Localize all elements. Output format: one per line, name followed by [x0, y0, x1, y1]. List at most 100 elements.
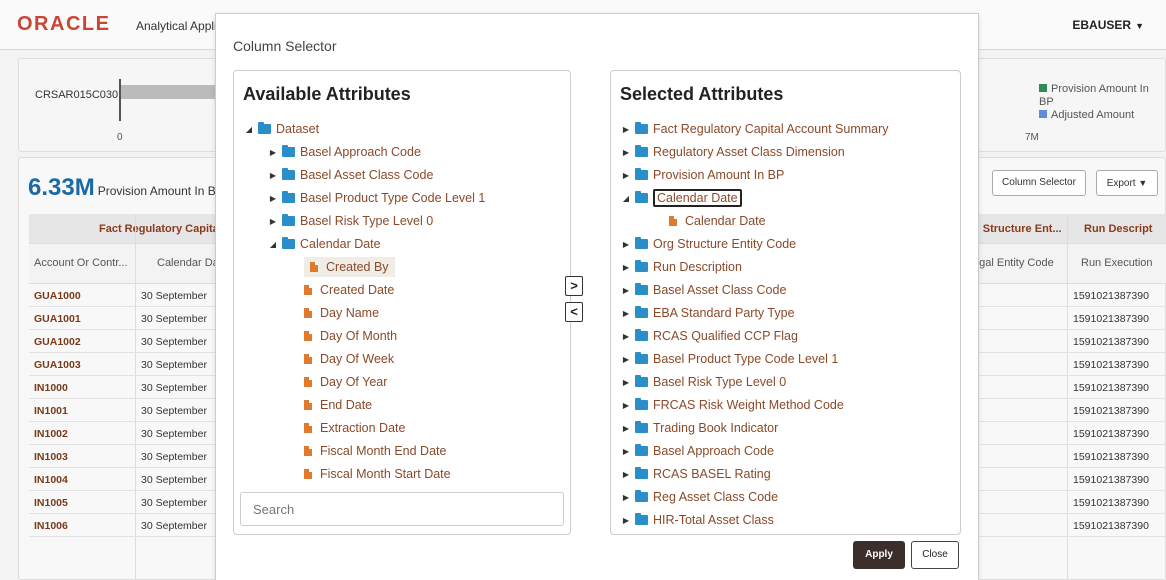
collapse-triangle-icon[interactable]: ◢ [621, 194, 631, 203]
tree-folder-node[interactable]: ▶ Basel Product Type Code Level 1 [621, 349, 838, 369]
tree-leaf-node[interactable]: Calendar Date [669, 211, 766, 231]
expand-triangle-icon[interactable]: ▶ [268, 148, 278, 157]
tree-leaf-node[interactable]: Created By [304, 257, 395, 277]
column-header[interactable]: Run Execution [1081, 257, 1153, 269]
table-cell[interactable]: IN1003 [29, 451, 68, 463]
tree-leaf-node[interactable]: Day Of Month [304, 326, 397, 346]
tree-folder-node[interactable]: ▶ Basel Asset Class Code [268, 165, 433, 185]
tree-folder-node[interactable]: ◢ Calendar Date [268, 234, 381, 254]
expand-triangle-icon[interactable]: ▶ [621, 493, 631, 502]
expand-triangle-icon[interactable]: ▶ [621, 378, 631, 387]
export-button[interactable]: Export ▼ [1096, 170, 1158, 196]
column-header[interactable]: egal Entity Code [973, 257, 1054, 269]
tree-leaf-node[interactable]: Fiscal Month Start Date [304, 464, 451, 484]
expand-triangle-icon[interactable]: ▶ [621, 401, 631, 410]
expand-triangle-icon[interactable]: ▶ [621, 171, 631, 180]
group-header[interactable]: Run Descript [1084, 223, 1152, 235]
tree-folder-node[interactable]: ▶ Basel Risk Type Level 0 [268, 211, 433, 231]
expand-triangle-icon[interactable]: ▶ [268, 171, 278, 180]
close-button[interactable]: Close [911, 541, 959, 569]
tree-folder-node[interactable]: ◢ Calendar Date [621, 188, 742, 208]
move-right-button[interactable]: > [565, 276, 583, 296]
attribute-icon [304, 308, 312, 318]
expand-triangle-icon[interactable]: ▶ [621, 286, 631, 295]
expand-triangle-icon[interactable]: ▶ [621, 516, 631, 525]
folder-icon [635, 283, 648, 295]
tree-folder-node[interactable]: ▶ FRCAS Risk Weight Method Code [621, 395, 844, 415]
expand-triangle-icon[interactable]: ▶ [621, 332, 631, 341]
tree-node-label: Calendar Date [653, 189, 742, 207]
folder-icon [282, 168, 295, 180]
table-cell[interactable]: GUA1000 [29, 290, 81, 302]
expand-triangle-icon[interactable]: ▶ [621, 447, 631, 456]
tree-folder-node[interactable]: ▶ Org Structure Entity Code [621, 234, 796, 254]
expand-triangle-icon[interactable]: ▶ [621, 424, 631, 433]
tree-node-label: Day Name [320, 306, 380, 320]
folder-icon [635, 329, 648, 341]
tree-folder-node[interactable]: ▶ Basel Product Type Code Level 1 [268, 188, 485, 208]
table-cell: 30 September [141, 474, 207, 486]
tree-folder-node[interactable]: ◢ Dataset [244, 119, 319, 139]
search-input[interactable]: Search [240, 492, 564, 526]
table-cell[interactable]: GUA1002 [29, 336, 81, 348]
expand-triangle-icon[interactable]: ▶ [621, 263, 631, 272]
table-cell[interactable]: GUA1001 [29, 313, 81, 325]
table-cell[interactable]: IN1000 [29, 382, 68, 394]
tree-folder-node[interactable]: ▶ RCAS BASEL Rating [621, 464, 771, 484]
tree-folder-node[interactable]: ▶ Reg Asset Class Code [621, 487, 778, 507]
tree-folder-node[interactable]: ▶ HIR-Total Asset Class [621, 510, 774, 530]
tree-leaf-node[interactable]: Day Of Year [304, 372, 387, 392]
expand-triangle-icon[interactable]: ▶ [268, 217, 278, 226]
tree-node-label: Basel Risk Type Level 0 [653, 375, 787, 389]
tree-folder-node[interactable]: ▶ Basel Approach Code [268, 142, 421, 162]
tree-leaf-node[interactable]: Extraction Date [304, 418, 405, 438]
table-cell: 1591021387390 [1073, 336, 1149, 348]
tree-node-label: Basel Asset Class Code [653, 283, 787, 297]
tree-leaf-node[interactable]: Created Date [304, 280, 394, 300]
column-selector-button[interactable]: Column Selector [992, 170, 1086, 196]
expand-triangle-icon[interactable]: ▶ [621, 355, 631, 364]
tree-folder-node[interactable]: ▶ Run Description [621, 257, 742, 277]
tree-leaf-node[interactable]: End Date [304, 395, 372, 415]
tree-folder-node[interactable]: ▶ Basel Approach Code [621, 441, 774, 461]
tree-leaf-node[interactable]: Fiscal Month End Date [304, 441, 446, 461]
tree-leaf-node[interactable]: Day Name [304, 303, 379, 323]
table-cell[interactable]: IN1002 [29, 428, 68, 440]
tree-folder-node[interactable]: ▶ Fact Regulatory Capital Account Summary [621, 119, 889, 139]
table-cell: 1591021387390 [1073, 382, 1149, 394]
tree-folder-node[interactable]: ▶ EBA Standard Party Type [621, 303, 795, 323]
tree-folder-node[interactable]: ▶ Basel Risk Type Level 0 [621, 372, 786, 392]
tree-folder-node[interactable]: ▶ Regulatory Asset Class Dimension [621, 142, 845, 162]
group-header[interactable]: g Structure Ent... [973, 223, 1062, 235]
expand-triangle-icon[interactable]: ▶ [268, 194, 278, 203]
tree-folder-node[interactable]: ▶ Trading Book Indicator [621, 418, 778, 438]
tree-node-label: Calendar Date [685, 214, 766, 228]
table-cell[interactable]: GUA1003 [29, 359, 81, 371]
expand-triangle-icon[interactable]: ▶ [621, 125, 631, 134]
tree-folder-node[interactable]: ▶ Provision Amount In BP [621, 165, 784, 185]
folder-icon [635, 191, 648, 203]
expand-triangle-icon[interactable]: ▶ [621, 240, 631, 249]
table-cell[interactable]: IN1004 [29, 474, 68, 486]
axis-max-label: 7M [1025, 132, 1039, 143]
tree-leaf-node[interactable]: Day Of Week [304, 349, 394, 369]
column-header[interactable]: Account Or Contr... [34, 257, 128, 269]
apply-button[interactable]: Apply [853, 541, 905, 569]
table-cell[interactable]: IN1006 [29, 520, 68, 532]
expand-triangle-icon[interactable]: ▶ [621, 470, 631, 479]
folder-icon [635, 513, 648, 525]
tree-folder-node[interactable]: ▶ Basel Asset Class Code [621, 280, 786, 300]
legend-swatch [1039, 110, 1047, 118]
table-cell[interactable]: IN1001 [29, 405, 68, 417]
folder-icon [635, 168, 648, 180]
user-menu[interactable]: EBAUSER ▼ [1072, 18, 1144, 32]
move-left-button[interactable]: < [565, 302, 583, 322]
table-cell: 30 September [141, 520, 207, 532]
table-cell: 30 September [141, 405, 207, 417]
expand-triangle-icon[interactable]: ▶ [621, 309, 631, 318]
expand-triangle-icon[interactable]: ▶ [621, 148, 631, 157]
table-cell[interactable]: IN1005 [29, 497, 68, 509]
collapse-triangle-icon[interactable]: ◢ [244, 125, 254, 134]
tree-folder-node[interactable]: ▶ RCAS Qualified CCP Flag [621, 326, 798, 346]
collapse-triangle-icon[interactable]: ◢ [268, 240, 278, 249]
